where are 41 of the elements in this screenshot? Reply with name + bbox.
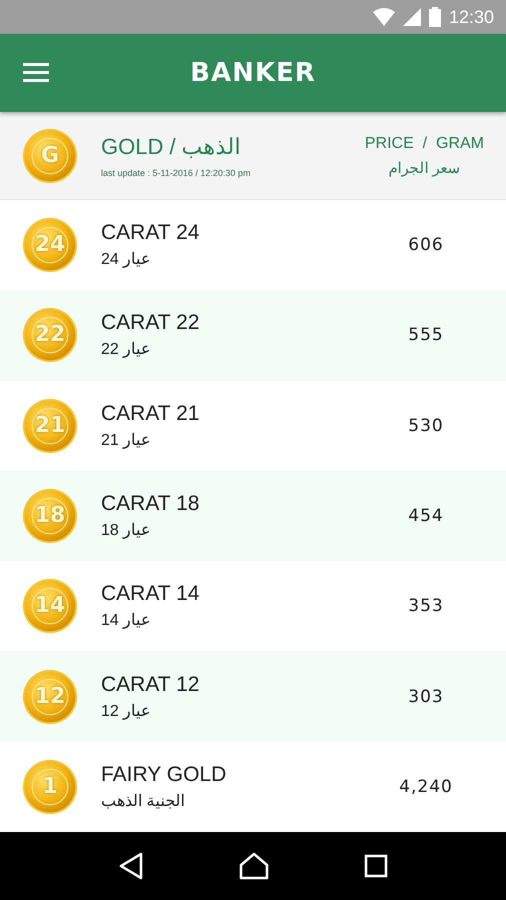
carat-name-arabic: عيار 12 [101,702,152,721]
carat-name-arabic: عيار 18 [101,520,152,540]
recents-button[interactable] [364,854,388,878]
last-update-text: last update : 5-11-2016 / 12:20:30 pm [101,168,252,178]
price-value: 454 [407,506,445,526]
wifi-icon [372,8,395,26]
price-value: 606 [407,235,445,256]
price-value: 555 [407,325,445,346]
coin-icon: 22 [22,307,78,364]
carat-name: CARAT 21 [101,402,200,426]
coin-icon: 14 [22,578,78,634]
coin-icon: G [22,128,78,184]
battery-icon [428,7,441,27]
coin-icon: 21 [22,398,78,454]
carat-name: FAIRY GOLD [101,762,228,787]
carat-name-arabic: عيار 14 [101,611,152,630]
signal-icon [402,8,421,26]
price-value: 4,240 [398,776,454,797]
coin-icon: 24 [22,217,78,274]
coin-icon: 18 [22,488,78,544]
column-heading: PRICE / GRAM [364,134,484,152]
price-value: 303 [407,686,445,707]
column-heading-arabic: سعر الجرام [388,158,461,176]
back-button[interactable] [118,852,144,880]
section-title: GOLD / الذهب [101,134,242,160]
carat-name: CARAT 22 [101,311,200,336]
carat-name: CARAT 14 [101,582,200,606]
carat-name-arabic: الجنية الذهب [101,792,186,811]
price-value: 353 [407,596,445,616]
carat-name: CARAT 24 [101,221,200,246]
carat-name-arabic: عيار 21 [101,430,152,450]
coin-icon: 12 [22,668,78,725]
home-button[interactable] [238,852,269,880]
coin-icon: 1 [22,758,78,815]
clock-time: 12:30 [448,6,494,28]
app-title: BANKER [190,58,316,88]
carat-name-arabic: عيار 24 [101,250,152,270]
carat-name: CARAT 18 [101,492,200,516]
carat-name: CARAT 12 [101,672,200,697]
carat-name-arabic: عيار 22 [101,340,152,360]
price-value: 530 [407,416,445,436]
